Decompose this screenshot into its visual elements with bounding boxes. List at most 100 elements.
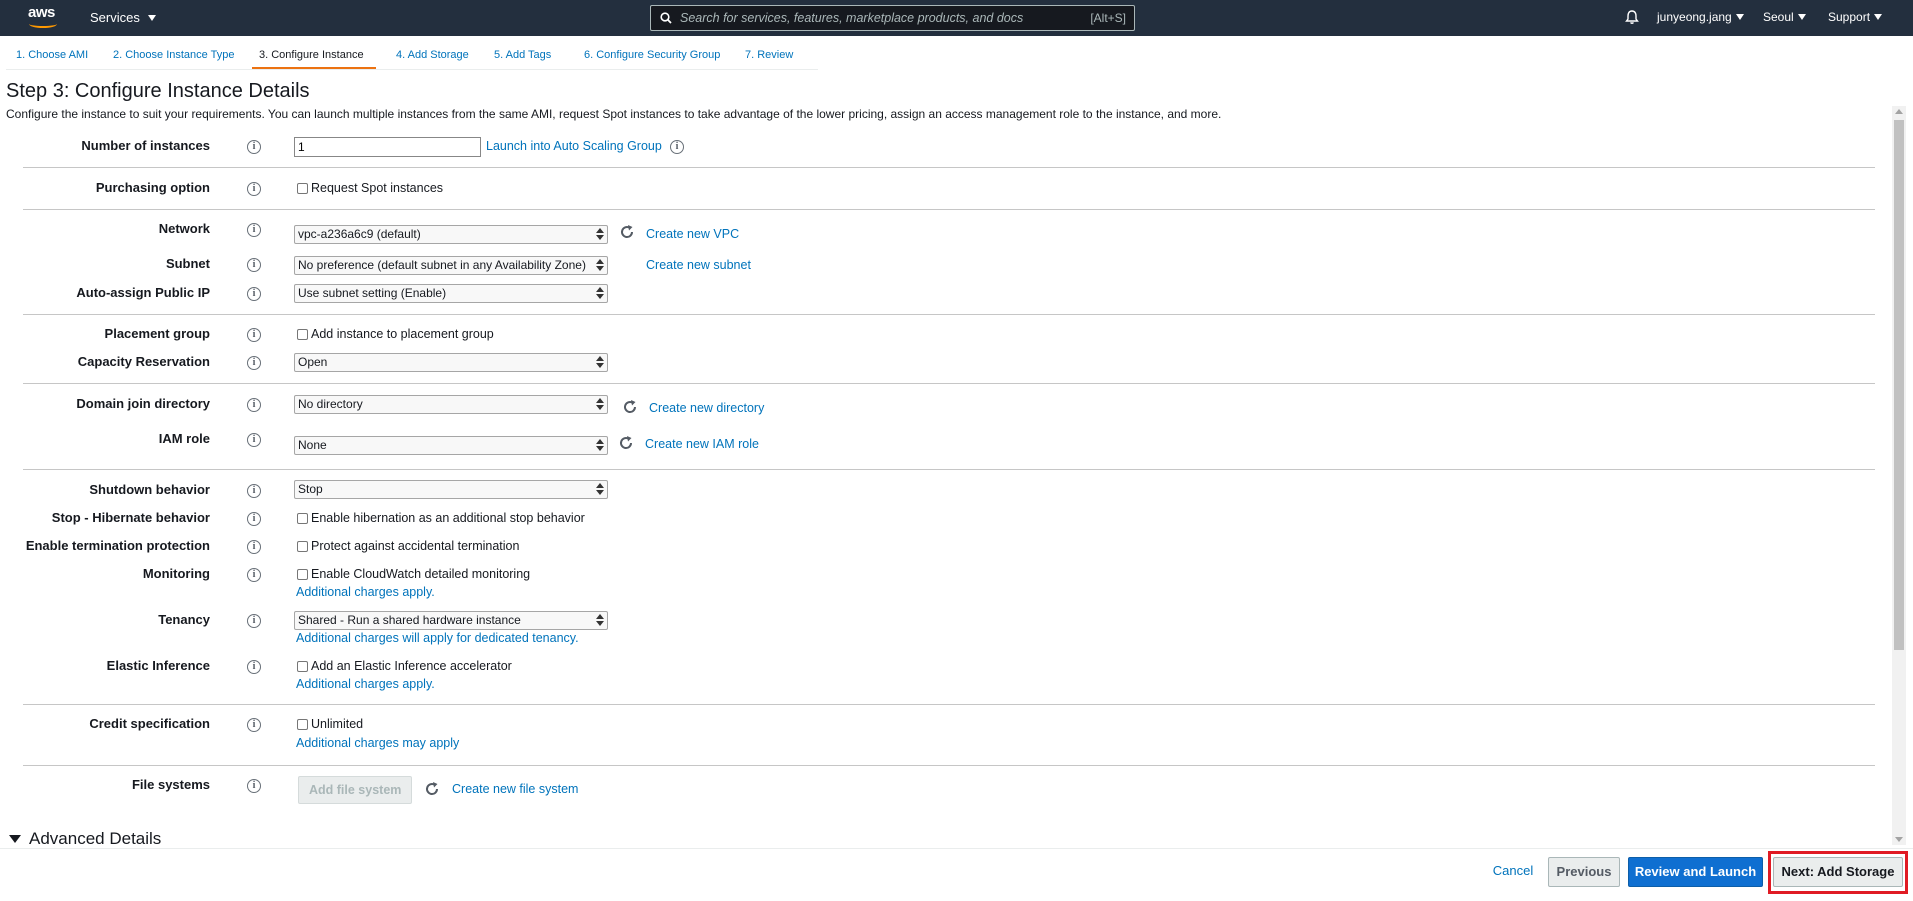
checkbox-box[interactable]	[297, 512, 308, 524]
services-menu-button[interactable]: Services	[90, 10, 156, 25]
info-icon[interactable]: i	[247, 182, 261, 196]
services-label: Services	[90, 10, 140, 25]
section-divider	[23, 704, 1875, 705]
next-button-highlight	[1768, 851, 1908, 894]
subnet-select[interactable]: No preference (default subnet in any Ava…	[294, 256, 608, 275]
info-icon[interactable]: i	[247, 287, 261, 301]
monitoring-charges-link[interactable]: Additional charges apply.	[296, 585, 435, 599]
refresh-icon[interactable]	[622, 399, 638, 415]
termination-protection-checkbox-label: Protect against accidental termination	[311, 539, 520, 553]
tab-review[interactable]: 7. Review	[745, 49, 793, 61]
scroll-up-arrow-icon[interactable]	[1895, 109, 1903, 114]
tab-configure-instance[interactable]: 3. Configure Instance	[259, 49, 364, 61]
cancel-button[interactable]: Cancel	[1486, 857, 1540, 887]
info-icon[interactable]: i	[247, 568, 261, 582]
create-new-subnet-link[interactable]: Create new subnet	[646, 258, 751, 272]
tenancy-select[interactable]: Shared - Run a shared hardware instance	[294, 611, 608, 630]
iam-role-select[interactable]: None	[294, 436, 608, 455]
capacity-reservation-select[interactable]: Open	[294, 353, 608, 372]
shutdown-behavior-select[interactable]: Stop	[294, 480, 608, 499]
number-of-instances-label: Number of instances	[81, 138, 210, 153]
elastic-inference-charges-link[interactable]: Additional charges apply.	[296, 677, 435, 691]
dedicated-tenancy-charges-link[interactable]: Additional charges will apply for dedica…	[296, 631, 579, 645]
review-and-launch-button[interactable]: Review and Launch	[1628, 857, 1763, 887]
auto-assign-public-ip-select[interactable]: Use subnet setting (Enable)	[294, 284, 608, 303]
search-shortcut-hint: [Alt+S]	[1090, 11, 1126, 25]
tab-choose-instance-type[interactable]: 2. Choose Instance Type	[113, 49, 235, 61]
credit-charges-link[interactable]: Additional charges may apply	[296, 736, 459, 750]
info-icon[interactable]: i	[247, 328, 261, 342]
refresh-icon[interactable]	[619, 224, 635, 240]
info-icon[interactable]: i	[247, 540, 261, 554]
info-icon[interactable]: i	[247, 398, 261, 412]
info-icon[interactable]: i	[247, 356, 261, 370]
notifications-bell-icon[interactable]	[1624, 9, 1640, 25]
placement-group-checkbox[interactable]: Add instance to placement group	[296, 327, 494, 341]
info-icon[interactable]: i	[247, 433, 261, 447]
checkbox-box[interactable]	[297, 568, 308, 580]
info-icon[interactable]: i	[247, 779, 261, 793]
search-input[interactable]	[680, 11, 1080, 25]
elastic-inference-checkbox[interactable]: Add an Elastic Inference accelerator	[296, 659, 512, 673]
checkbox-box[interactable]	[297, 182, 308, 194]
section-divider	[23, 765, 1875, 766]
support-label: Support	[1828, 10, 1871, 24]
launch-into-asg-link[interactable]: Launch into Auto Scaling Group	[486, 139, 662, 153]
info-icon[interactable]: i	[247, 660, 261, 674]
subnet-select-value: No preference (default subnet in any Ava…	[298, 258, 586, 272]
network-select[interactable]: vpc-a236a6c9 (default)	[294, 225, 608, 244]
info-icon[interactable]: i	[247, 718, 261, 732]
tab-choose-ami[interactable]: 1. Choose AMI	[16, 49, 88, 61]
checkbox-box[interactable]	[297, 660, 308, 672]
elastic-inference-checkbox-label: Add an Elastic Inference accelerator	[311, 659, 512, 673]
tenancy-label: Tenancy	[158, 612, 210, 627]
info-icon[interactable]: i	[247, 512, 261, 526]
hibernation-checkbox[interactable]: Enable hibernation as an additional stop…	[296, 511, 585, 525]
caret-down-icon	[1735, 14, 1744, 20]
form-scrollbar[interactable]	[1892, 106, 1906, 845]
add-file-system-button[interactable]: Add file system	[298, 776, 413, 804]
user-menu-button[interactable]: junyeong.jang	[1657, 10, 1744, 24]
info-icon[interactable]: i	[247, 258, 261, 272]
section-divider	[23, 383, 1875, 384]
checkbox-box[interactable]	[297, 718, 308, 730]
scrollbar-thumb[interactable]	[1894, 120, 1904, 650]
scroll-down-arrow-icon[interactable]	[1895, 837, 1903, 842]
info-icon[interactable]: i	[247, 140, 261, 154]
wizard-steps: 1. Choose AMI 2. Choose Instance Type 3.…	[0, 36, 1913, 72]
create-new-iam-role-link[interactable]: Create new IAM role	[645, 437, 759, 451]
termination-protection-label: Enable termination protection	[25, 538, 210, 553]
domain-join-select[interactable]: No directory	[294, 395, 608, 414]
info-icon[interactable]: i	[247, 223, 261, 237]
number-of-instances-input[interactable]	[294, 137, 481, 157]
checkbox-box[interactable]	[297, 540, 308, 552]
refresh-icon[interactable]	[424, 781, 440, 797]
previous-button[interactable]: Previous	[1548, 857, 1620, 887]
request-spot-checkbox[interactable]: Request Spot instances	[296, 181, 443, 195]
refresh-icon[interactable]	[618, 435, 634, 451]
user-name: junyeong.jang	[1657, 10, 1732, 24]
aws-logo[interactable]: aws	[28, 4, 60, 30]
unlimited-checkbox[interactable]: Unlimited	[296, 717, 363, 731]
region-menu-button[interactable]: Seoul	[1763, 10, 1806, 24]
cloudwatch-monitoring-checkbox[interactable]: Enable CloudWatch detailed monitoring	[296, 567, 530, 581]
create-new-file-system-link[interactable]: Create new file system	[452, 782, 578, 796]
advanced-details-toggle[interactable]: Advanced Details	[9, 829, 161, 849]
search-box[interactable]: [Alt+S]	[650, 5, 1135, 31]
tab-configure-security-group[interactable]: 6. Configure Security Group	[584, 49, 720, 61]
create-new-vpc-link[interactable]: Create new VPC	[646, 227, 739, 241]
termination-protection-checkbox[interactable]: Protect against accidental termination	[296, 539, 519, 553]
create-new-directory-link[interactable]: Create new directory	[649, 401, 764, 415]
info-icon[interactable]: i	[670, 140, 684, 154]
support-menu-button[interactable]: Support	[1828, 10, 1883, 24]
tab-add-tags[interactable]: 5. Add Tags	[494, 49, 551, 61]
info-icon[interactable]: i	[247, 484, 261, 498]
checkbox-box[interactable]	[297, 328, 308, 340]
aws-logo-text: aws	[28, 4, 55, 21]
tab-add-storage[interactable]: 4. Add Storage	[396, 49, 469, 61]
info-icon[interactable]: i	[247, 614, 261, 628]
select-arrows-icon	[596, 287, 604, 299]
top-navigation-bar: aws Services [Alt+S] junyeong.jang Seoul…	[0, 0, 1913, 36]
elastic-inference-label: Elastic Inference	[106, 658, 210, 673]
tenancy-value: Shared - Run a shared hardware instance	[298, 613, 521, 627]
